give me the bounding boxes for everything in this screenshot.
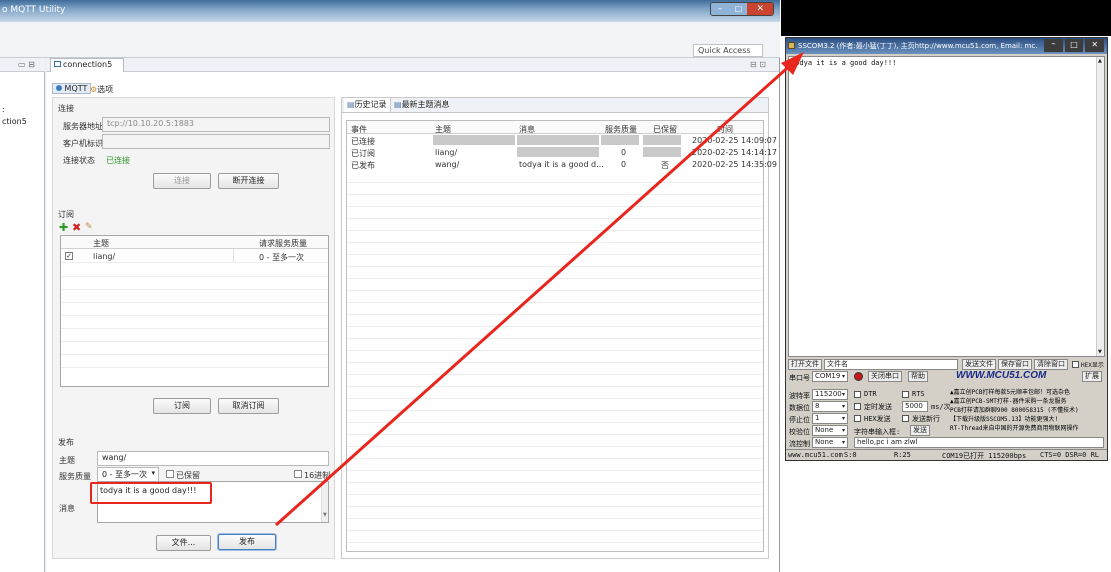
arrow-line (275, 60, 795, 527)
annotation-arrow (275, 52, 804, 527)
